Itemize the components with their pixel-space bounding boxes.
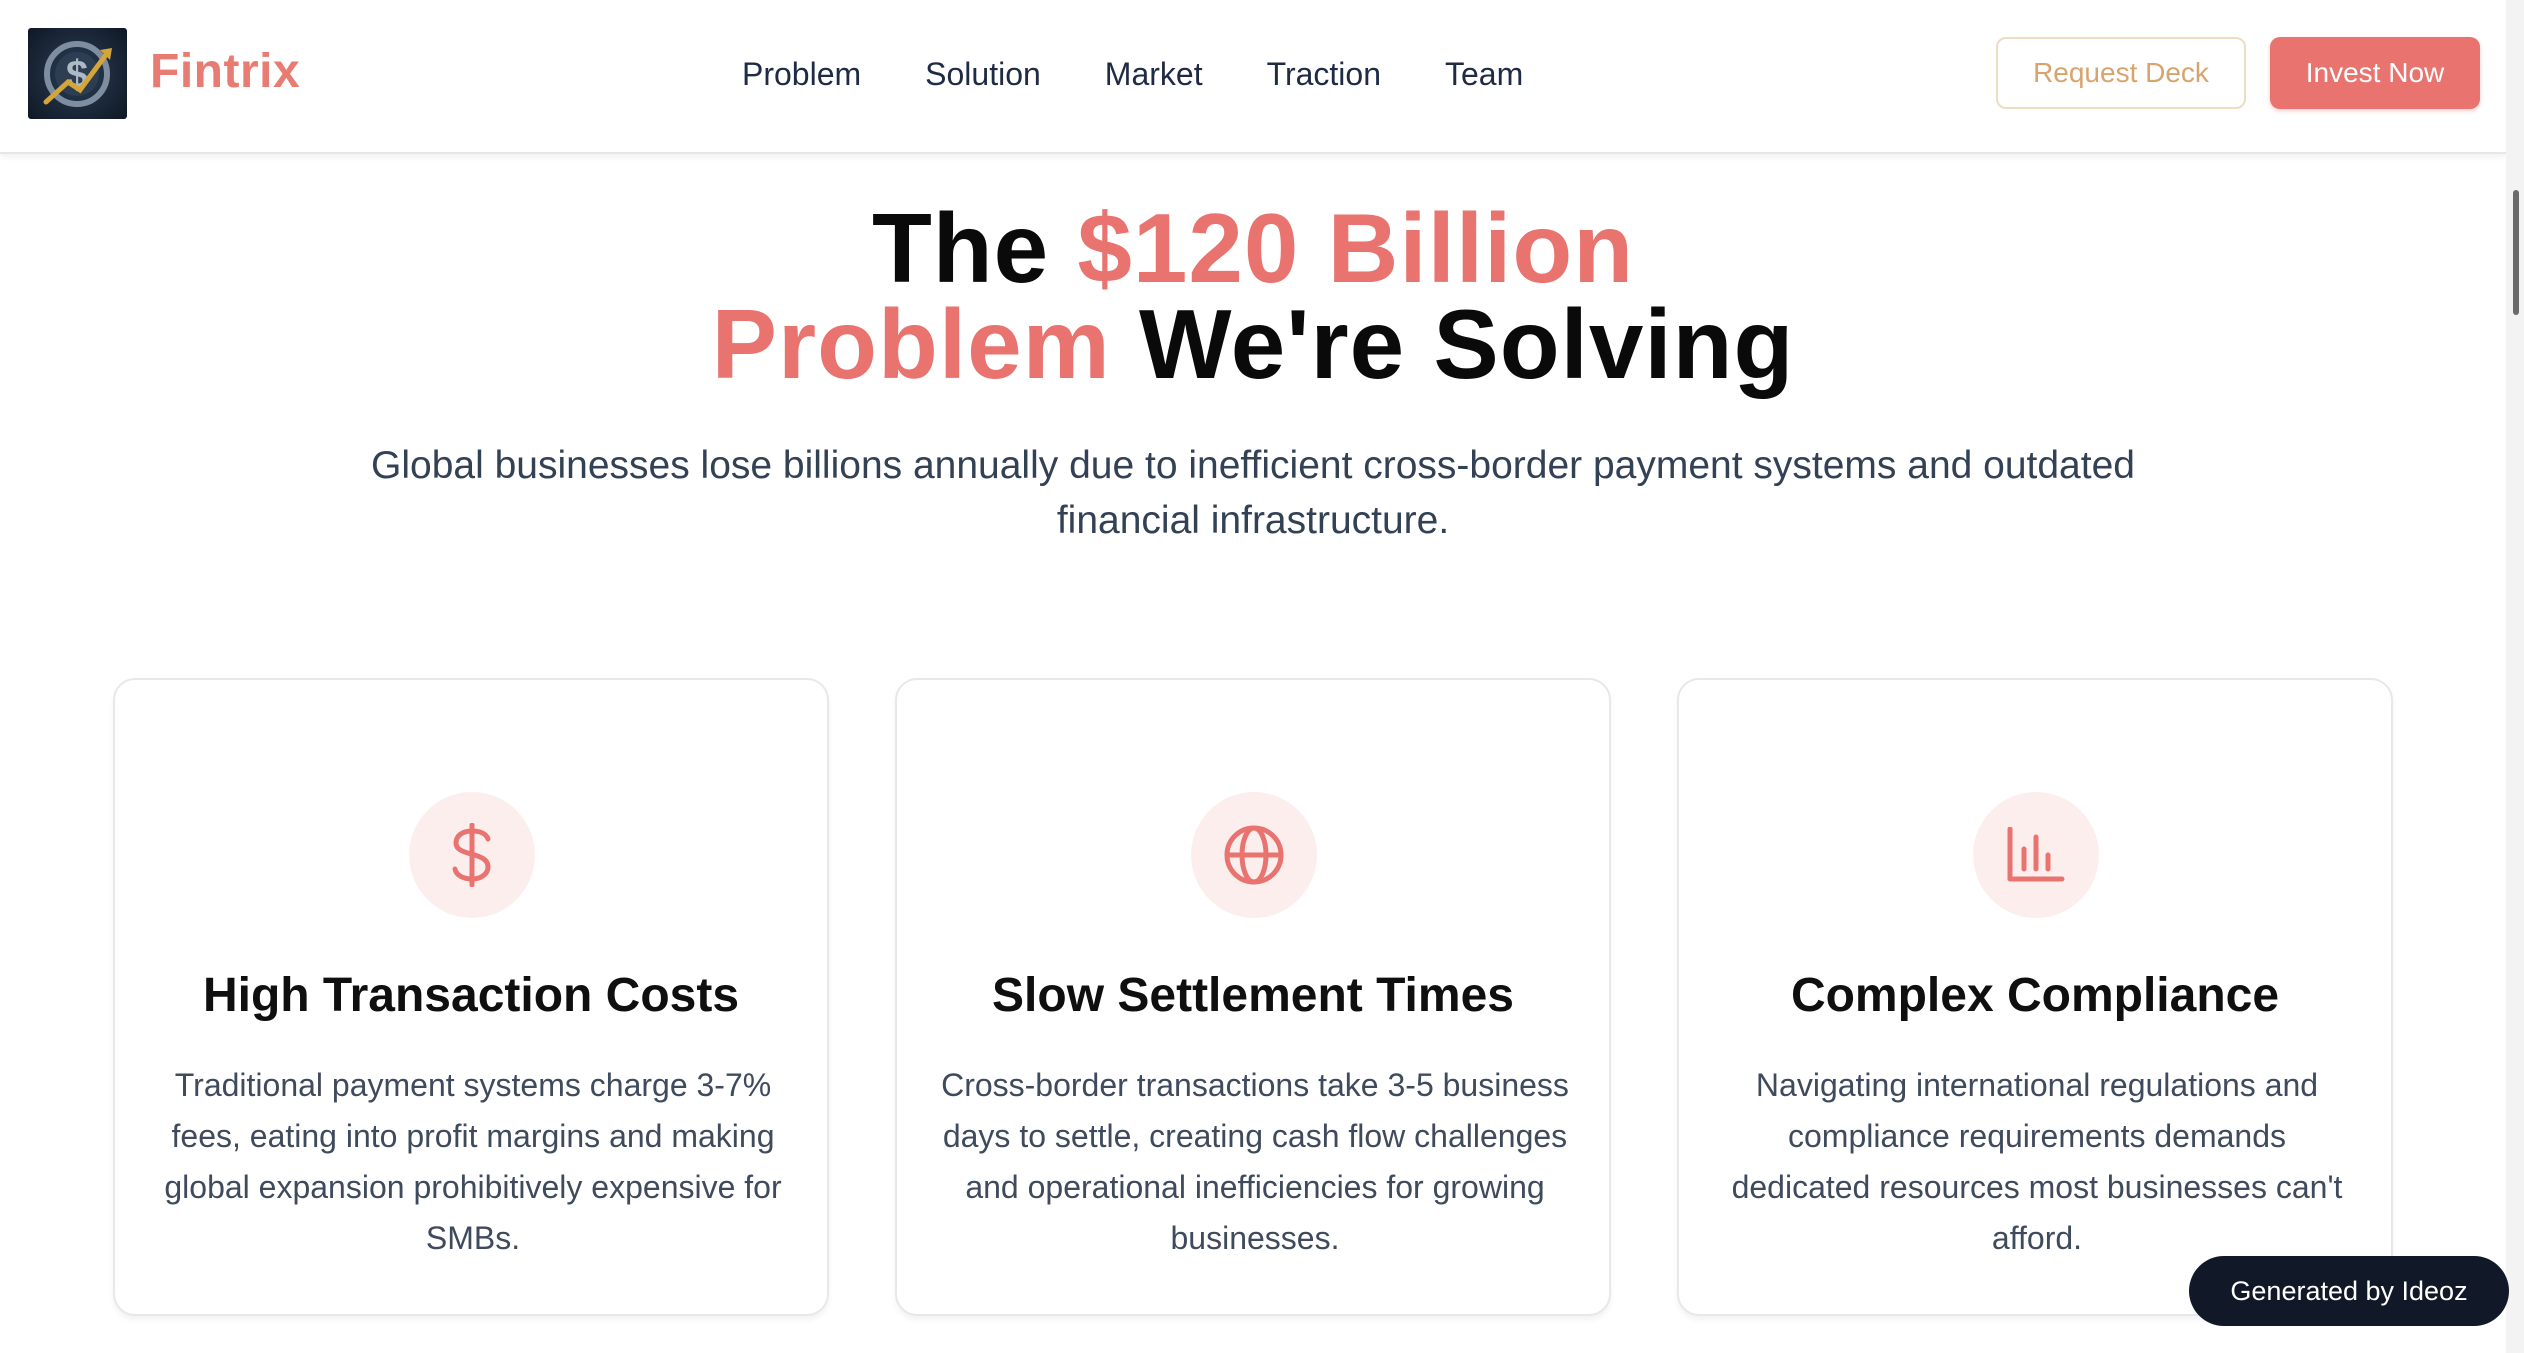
brand-name[interactable]: Fintrix bbox=[150, 44, 300, 99]
hero-title-line-2: Problem We're Solving bbox=[0, 295, 2506, 393]
nav-item-market[interactable]: Market bbox=[1105, 54, 1203, 94]
card-title: Complex Compliance bbox=[1790, 969, 2280, 1022]
nav-item-solution[interactable]: Solution bbox=[925, 54, 1041, 94]
bar-chart-icon bbox=[2007, 827, 2065, 882]
nav-item-traction[interactable]: Traction bbox=[1267, 54, 1381, 94]
globe-icon bbox=[1224, 825, 1284, 885]
logo-image[interactable]: $ bbox=[28, 28, 127, 119]
card-description: Cross-border transactions take 3-5 busin… bbox=[941, 1067, 1569, 1256]
hero-title-line-1: The $120 Billion bbox=[0, 199, 2506, 297]
card-description: Traditional payment systems charge 3-7% … bbox=[164, 1067, 782, 1256]
hero-title-highlight: $120 Billion bbox=[1077, 193, 1635, 303]
request-deck-button[interactable]: Request Deck bbox=[1996, 37, 2246, 109]
nav-item-problem[interactable]: Problem bbox=[742, 54, 861, 94]
icon-badge bbox=[409, 792, 535, 918]
problem-card-costs: High Transaction Costs Traditional payme… bbox=[113, 678, 829, 1316]
hero-subtitle: Global businesses lose billions annually… bbox=[371, 444, 2135, 542]
hero-title-part: We're Solving bbox=[1110, 289, 1795, 399]
site-header: $ Fintrix Problem Solution Market Tracti… bbox=[0, 0, 2506, 154]
problem-card-settlement: Slow Settlement Times Cross-border trans… bbox=[895, 678, 1611, 1316]
hero-title-highlight: Problem bbox=[711, 289, 1111, 399]
scrollbar-thumb[interactable] bbox=[2513, 190, 2519, 315]
card-title: Slow Settlement Times bbox=[992, 969, 1514, 1022]
problem-card-compliance: Complex Compliance Navigating internatio… bbox=[1677, 678, 2393, 1316]
generated-by-badge[interactable]: Generated by Ideoz bbox=[2189, 1256, 2509, 1326]
icon-badge bbox=[1973, 792, 2099, 918]
invest-now-button[interactable]: Invest Now bbox=[2270, 37, 2480, 109]
hero-title-part: The bbox=[871, 193, 1078, 303]
nav-item-team[interactable]: Team bbox=[1445, 54, 1523, 94]
card-description: Navigating international regulations and… bbox=[1731, 1067, 2343, 1256]
dollar-icon bbox=[452, 823, 491, 887]
dollar-growth-logo-icon: $ bbox=[43, 41, 112, 107]
icon-badge bbox=[1191, 792, 1317, 918]
main-nav: Problem Solution Market Traction Team bbox=[742, 54, 1523, 94]
card-title: High Transaction Costs bbox=[202, 969, 740, 1022]
page-scrollbar[interactable] bbox=[2506, 0, 2524, 1353]
